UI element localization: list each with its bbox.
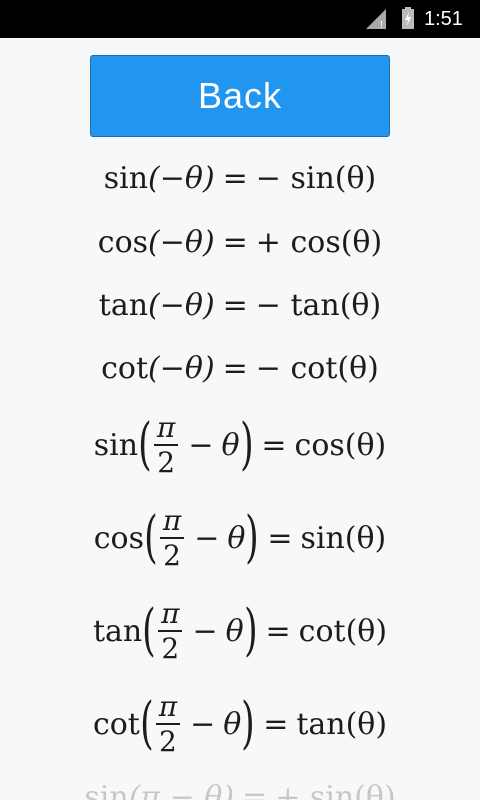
identity-cos-neg: cos (−θ) = + cos(θ) [97,224,383,260]
fraction: π2 [153,413,179,477]
fraction: π2 [155,692,181,756]
identity-sin-supplement: sin(π − θ)=+ sin(θ) [0,783,480,800]
fraction: π2 [158,599,183,663]
svg-text:!: ! [380,20,383,29]
identity-cos-cofunction: cos ( π2 − θ ) = sin(θ) [93,503,387,572]
status-bar: ! 1:51 [0,0,480,38]
identity-tan-neg: tan (−θ) = − tan(θ) [98,287,382,323]
identity-cot-cofunction: cot ( π2 − θ ) = tan(θ) [92,689,388,758]
clipped-next-formula: sin(π − θ)=+ sin(θ) [0,783,480,800]
identity-cot-neg: cot (−θ) = − cot(θ) [101,350,379,386]
status-time: 1:51 [424,8,463,30]
identity-tan-cofunction: tan ( π2 − θ ) = cot(θ) [92,596,388,665]
identity-sin-cofunction: sin ( π2 − θ ) = cos(θ) [93,410,387,479]
signal-icon: ! [366,9,386,29]
battery-charging-icon [402,7,414,29]
fraction: π2 [159,506,185,570]
identity-sin-neg: sin (−θ) = − sin(θ) [103,160,377,196]
back-button[interactable]: Back [90,55,390,137]
